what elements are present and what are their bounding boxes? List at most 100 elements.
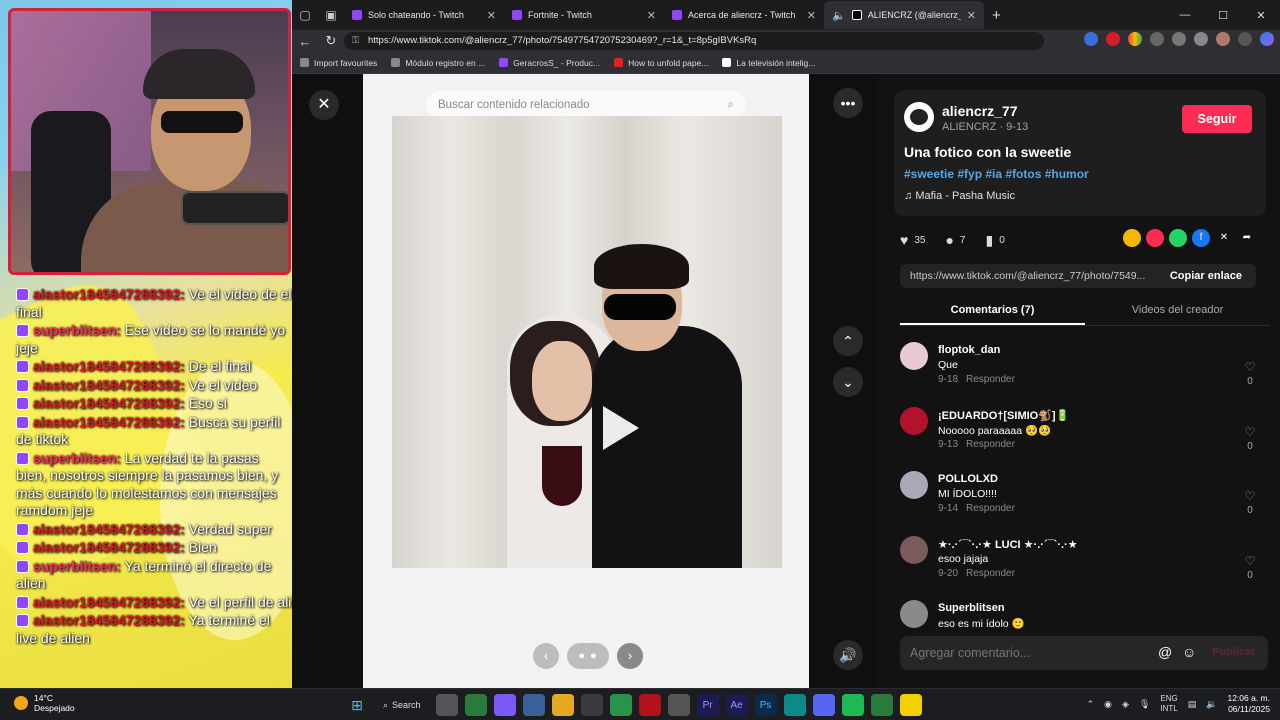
- new-tab-button[interactable]: +: [992, 7, 1001, 24]
- related-search-input[interactable]: Buscar contenido relacionado ⌕: [426, 91, 746, 119]
- commenter-name[interactable]: ★·.·´¯`·.·★ LUCI ★·.·´¯`·.·★: [938, 538, 1078, 551]
- weather-widget[interactable]: 14°C Despejado: [14, 693, 75, 713]
- bookmark-geracross[interactable]: GeracrosS_ - Produc...: [499, 58, 600, 68]
- more-icon[interactable]: [1238, 32, 1252, 46]
- tab-solo-chateando[interactable]: Solo chateando - Twitch ✕: [344, 1, 504, 29]
- commenter-avatar[interactable]: [900, 406, 928, 435]
- bookmark-modulo-registro[interactable]: Módulo registro en ...: [391, 58, 485, 68]
- volume-icon[interactable]: 🔉: [1206, 699, 1217, 710]
- share-link[interactable]: https://www.tiktok.com/@aliencrz_77/phot…: [900, 270, 1156, 282]
- commenter-avatar[interactable]: [900, 535, 928, 564]
- copilot-icon[interactable]: [1260, 32, 1274, 46]
- photoshop-icon[interactable]: Ps: [754, 694, 777, 716]
- emoji-icon[interactable]: ☺: [1182, 644, 1196, 660]
- share-icon[interactable]: ➦: [1238, 229, 1256, 247]
- tab-acerca-de-aliencrz[interactable]: Acerca de aliencrz - Twitch ✕: [664, 1, 824, 29]
- sticky-notes-icon[interactable]: [899, 694, 922, 716]
- repost-icon[interactable]: [1123, 229, 1141, 247]
- taskbar-search[interactable]: ⌕ Search: [375, 694, 429, 716]
- discord-icon[interactable]: [812, 694, 835, 716]
- tab-aliencrz-tiktok[interactable]: 🔈 ALIENCRZ (@aliencrz_77) | T ✕: [824, 1, 984, 29]
- commenter-name[interactable]: floptok_dan: [938, 344, 1000, 356]
- chevron-down-icon[interactable]: ⌄: [833, 367, 863, 397]
- bookmark-import-favourites[interactable]: Import favourites: [300, 58, 377, 68]
- tray-app-icon[interactable]: ◉: [1104, 699, 1112, 710]
- comment-input[interactable]: Agregar comentario...: [910, 636, 1150, 670]
- music-info[interactable]: ♫ Mafia - Pasha Music: [904, 190, 1015, 202]
- extensions-icon[interactable]: [1150, 32, 1164, 46]
- close-tab-icon[interactable]: ✕: [487, 9, 496, 22]
- chevron-up-icon[interactable]: ⌃: [833, 326, 863, 356]
- heart-icon[interactable]: ♡: [1242, 425, 1258, 439]
- task-view-icon[interactable]: [435, 694, 458, 716]
- start-icon[interactable]: ⊞: [346, 694, 368, 716]
- site-info-icon[interactable]: ⚿: [352, 32, 359, 50]
- favorites-icon[interactable]: [1172, 32, 1186, 46]
- like-button[interactable]: ♥ 35: [900, 232, 925, 248]
- facebook-icon[interactable]: f: [1192, 229, 1210, 247]
- comment-button[interactable]: ● 7: [945, 232, 965, 248]
- translate-icon[interactable]: [1084, 32, 1098, 46]
- reply-link[interactable]: Responder: [966, 439, 1015, 450]
- heart-icon[interactable]: ♡: [1242, 554, 1258, 568]
- author-avatar[interactable]: [904, 102, 934, 132]
- heart-icon[interactable]: ♡: [1242, 360, 1258, 374]
- maximize-icon[interactable]: ☐: [1204, 0, 1242, 30]
- after-effects-icon[interactable]: Ae: [725, 694, 748, 716]
- commenter-name[interactable]: ¡EDUARDO†[SIMIO🐒]🔋: [938, 409, 1069, 422]
- reply-link[interactable]: Responder: [966, 503, 1015, 514]
- language-indicator[interactable]: ENG INTL: [1160, 694, 1177, 714]
- chevron-up-icon[interactable]: ⌃: [1087, 699, 1095, 710]
- tab-comments[interactable]: Comentarios (7): [900, 298, 1085, 325]
- close-icon[interactable]: ✕: [309, 90, 339, 120]
- commenter-avatar[interactable]: [900, 342, 928, 370]
- refresh-icon[interactable]: ↻: [318, 33, 344, 49]
- app-icon[interactable]: [609, 694, 632, 716]
- publish-button[interactable]: Publicar: [1212, 646, 1255, 658]
- more-options-icon[interactable]: •••: [833, 88, 863, 118]
- speaker-icon[interactable]: 🔈: [832, 9, 846, 22]
- volume-icon[interactable]: 🔊: [833, 640, 863, 670]
- clock[interactable]: 12:06 a. m. 06/11/2025: [1227, 693, 1270, 715]
- reply-link[interactable]: Responder: [966, 568, 1015, 579]
- polaroid-photo[interactable]: [392, 116, 782, 568]
- file-explorer-icon[interactable]: [551, 694, 574, 716]
- mention-icon[interactable]: @: [1158, 644, 1172, 660]
- notepad-icon[interactable]: [522, 694, 545, 716]
- collections-icon[interactable]: [1194, 32, 1208, 46]
- play-icon[interactable]: [603, 406, 639, 450]
- edge-icon[interactable]: [783, 694, 806, 716]
- bookmark-la-television[interactable]: La televisión intelig...: [722, 58, 815, 68]
- commenter-name[interactable]: Superblitsen: [938, 602, 1005, 614]
- copy-link-button[interactable]: Copiar enlace: [1156, 270, 1256, 282]
- app-icon[interactable]: [870, 694, 893, 716]
- commenter-name[interactable]: POLLOLXD: [938, 473, 998, 485]
- back-icon[interactable]: ←: [292, 34, 318, 49]
- network-icon[interactable]: ▤: [1188, 699, 1197, 710]
- profile-avatar[interactable]: [1216, 32, 1230, 46]
- tab-creator-videos[interactable]: Videos del creador: [1085, 298, 1270, 325]
- x-icon[interactable]: ✕: [1215, 229, 1233, 247]
- whatsapp-icon[interactable]: [1169, 229, 1187, 247]
- heart-icon[interactable]: ♡: [1242, 489, 1258, 503]
- post-hashtags[interactable]: #sweetie #fyp #ia #fotos #humor: [904, 167, 1089, 181]
- reply-link[interactable]: Responder: [966, 374, 1015, 385]
- close-window-icon[interactable]: ✕: [1242, 0, 1280, 30]
- extension-icon[interactable]: [1128, 32, 1142, 46]
- send-icon[interactable]: [1146, 229, 1164, 247]
- follow-button[interactable]: Seguir: [1182, 105, 1252, 133]
- obs-icon[interactable]: [667, 694, 690, 716]
- search-icon[interactable]: ⌕: [728, 91, 734, 119]
- microphone-icon[interactable]: 🎙: [1139, 699, 1150, 710]
- close-tab-icon[interactable]: ✕: [647, 9, 656, 22]
- workspaces-icon[interactable]: ▢: [292, 2, 318, 28]
- xbox-icon[interactable]: [464, 694, 487, 716]
- url-field[interactable]: ⚿ https://www.tiktok.com/@aliencrz_77/ph…: [344, 32, 1044, 50]
- previous-photo-icon[interactable]: ‹: [533, 643, 559, 669]
- bookmark-how-to-unfold[interactable]: How to unfold pape...: [614, 58, 708, 68]
- store-icon[interactable]: [580, 694, 603, 716]
- close-tab-icon[interactable]: ✕: [807, 9, 816, 22]
- extension-icon[interactable]: [1106, 32, 1120, 46]
- next-photo-icon[interactable]: ›: [617, 643, 643, 669]
- tab-actions-icon[interactable]: ▣: [318, 2, 344, 28]
